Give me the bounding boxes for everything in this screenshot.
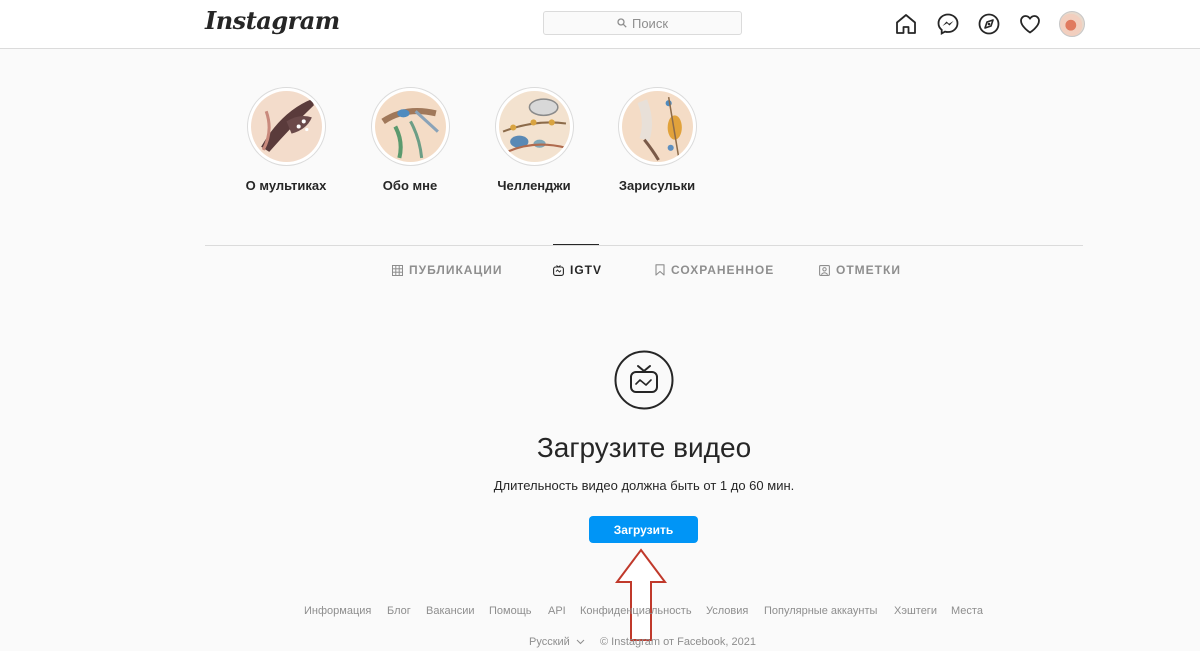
heart-icon[interactable] bbox=[1018, 12, 1042, 36]
footer-link-jobs[interactable]: Вакансии bbox=[426, 605, 475, 617]
highlight-label: Челленджи bbox=[497, 178, 571, 193]
language-selector[interactable]: Русский bbox=[529, 636, 585, 648]
copyright: © Instagram от Facebook, 2021 bbox=[600, 636, 756, 648]
empty-state-title: Загрузите видео bbox=[536, 432, 752, 463]
active-tab-indicator bbox=[553, 244, 599, 245]
highlight-item[interactable]: О мультиках bbox=[231, 87, 341, 193]
tab-tagged[interactable]: ОТМЕТКИ bbox=[819, 262, 901, 278]
tab-igtv[interactable]: IGTV bbox=[553, 262, 602, 278]
tagged-icon bbox=[819, 264, 830, 276]
footer-links: Информация Блог Вакансии Помощь API Конф… bbox=[0, 605, 1200, 621]
igtv-icon bbox=[553, 264, 564, 276]
tab-label: IGTV bbox=[570, 263, 603, 277]
footer-link-top-accounts[interactable]: Популярные аккаунты bbox=[764, 605, 877, 617]
bookmark-icon bbox=[655, 264, 665, 276]
highlight-cover bbox=[494, 87, 574, 166]
footer-link-hashtags[interactable]: Хэштеги bbox=[894, 605, 937, 617]
highlight-image bbox=[374, 91, 446, 162]
highlight-image bbox=[498, 91, 570, 162]
empty-state-subtitle: Длительность видео должна быть от 1 до 6… bbox=[493, 478, 795, 493]
footer-link-privacy[interactable]: Конфиденциальность bbox=[580, 605, 692, 617]
tab-label: ОТМЕТКИ bbox=[836, 263, 901, 277]
highlight-cover bbox=[246, 87, 326, 166]
footer-link-locations[interactable]: Места bbox=[951, 605, 983, 617]
top-navigation-bar: Instagram Поиск bbox=[0, 0, 1200, 49]
explore-icon[interactable] bbox=[977, 12, 1001, 36]
instagram-logo[interactable]: Instagram bbox=[205, 6, 340, 35]
chevron-down-icon bbox=[576, 639, 585, 645]
highlight-item[interactable]: Зарисульки bbox=[602, 87, 712, 193]
highlight-label: Обо мне bbox=[382, 178, 438, 193]
highlight-image bbox=[250, 91, 322, 162]
footer-link-terms[interactable]: Условия bbox=[706, 605, 748, 617]
home-icon[interactable] bbox=[894, 12, 918, 36]
search-input[interactable]: Поиск bbox=[543, 11, 742, 35]
tabs-divider bbox=[205, 245, 1083, 246]
grid-icon bbox=[392, 264, 403, 276]
tab-saved[interactable]: СОХРАНЕННОЕ bbox=[655, 262, 774, 278]
upload-button[interactable]: Загрузить bbox=[589, 516, 698, 543]
igtv-icon bbox=[614, 350, 674, 410]
highlight-cover bbox=[370, 87, 450, 166]
highlight-image bbox=[621, 91, 693, 162]
highlight-cover bbox=[617, 87, 697, 166]
search-placeholder: Поиск bbox=[631, 15, 669, 31]
footer-link-info[interactable]: Информация bbox=[304, 605, 371, 617]
footer-link-blog[interactable]: Блог bbox=[387, 605, 411, 617]
tab-label: СОХРАНЕННОЕ bbox=[671, 263, 775, 277]
footer-link-api[interactable]: API bbox=[548, 605, 566, 617]
arrow-up-icon bbox=[615, 548, 667, 641]
tab-publications[interactable]: ПУБЛИКАЦИИ bbox=[392, 262, 502, 278]
tab-label: ПУБЛИКАЦИИ bbox=[409, 263, 503, 277]
footer-link-help[interactable]: Помощь bbox=[489, 605, 532, 617]
highlight-label: О мультиках bbox=[245, 178, 327, 193]
profile-avatar[interactable] bbox=[1059, 11, 1085, 37]
highlight-label: Зарисульки bbox=[618, 178, 696, 193]
language-label: Русский bbox=[529, 636, 570, 648]
messenger-icon[interactable] bbox=[936, 12, 960, 36]
highlight-item[interactable]: Обо мне bbox=[355, 87, 465, 193]
search-icon bbox=[617, 18, 627, 28]
highlight-item[interactable]: Челленджи bbox=[479, 87, 589, 193]
